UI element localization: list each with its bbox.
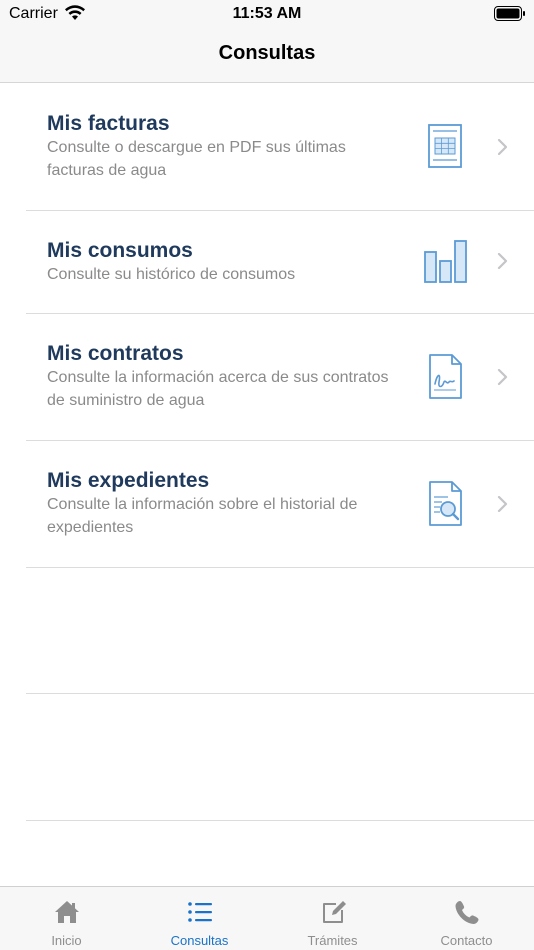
tab-label: Trámites	[307, 933, 358, 948]
battery-icon	[494, 6, 525, 21]
signed-contract-icon	[429, 354, 462, 399]
status-bar: Carrier 11:53 AM	[0, 0, 534, 28]
tab-label: Consultas	[170, 933, 229, 948]
invoice-icon	[428, 124, 462, 168]
navigation-bar: Consultas	[0, 28, 534, 83]
tab-inicio[interactable]: Inicio	[0, 887, 133, 950]
phone-icon	[455, 901, 479, 924]
list-item-mis-consumos[interactable]: Mis consumos Consulte su histórico de co…	[0, 211, 534, 313]
chevron-right-icon	[497, 368, 508, 386]
chevron-right-icon	[497, 138, 508, 156]
list-item-mis-facturas[interactable]: Mis facturas Consulte o descargue en PDF…	[0, 84, 534, 210]
row-title: Mis contratos	[47, 342, 184, 365]
tab-bar: Inicio Consultas Trámites Contacto	[0, 886, 534, 950]
row-divider	[26, 820, 534, 821]
clock: 11:53 AM	[232, 5, 302, 22]
row-title: Mis expedientes	[47, 469, 210, 492]
tab-label: Inicio	[51, 933, 82, 948]
home-icon	[55, 901, 79, 923]
row-description: Consulte la información acerca de sus co…	[47, 369, 389, 409]
tab-tramites[interactable]: Trámites	[266, 887, 399, 950]
chevron-right-icon	[497, 252, 508, 270]
chevron-right-icon	[497, 495, 508, 513]
row-title: Mis consumos	[47, 239, 193, 262]
row-divider	[26, 693, 534, 694]
list-icon	[188, 902, 212, 922]
list-item-mis-expedientes[interactable]: Mis expedientes Consulte la información …	[0, 441, 534, 567]
row-description: Consulte la información sobre el histori…	[47, 496, 358, 536]
tab-contacto[interactable]: Contacto	[400, 887, 533, 950]
row-description: Consulte o descargue en PDF sus últimas …	[47, 139, 346, 179]
edit-icon	[323, 901, 346, 923]
row-divider	[26, 567, 534, 568]
list-item-mis-contratos[interactable]: Mis contratos Consulte la información ac…	[0, 314, 534, 440]
document-search-icon	[429, 481, 462, 526]
tab-consultas[interactable]: Consultas	[133, 887, 266, 950]
page-title: Consultas	[218, 42, 316, 64]
row-description: Consulte su histórico de consumos	[47, 266, 296, 283]
bar-chart-icon	[424, 240, 467, 283]
row-title: Mis facturas	[47, 112, 170, 135]
tab-label: Contacto	[440, 933, 493, 948]
